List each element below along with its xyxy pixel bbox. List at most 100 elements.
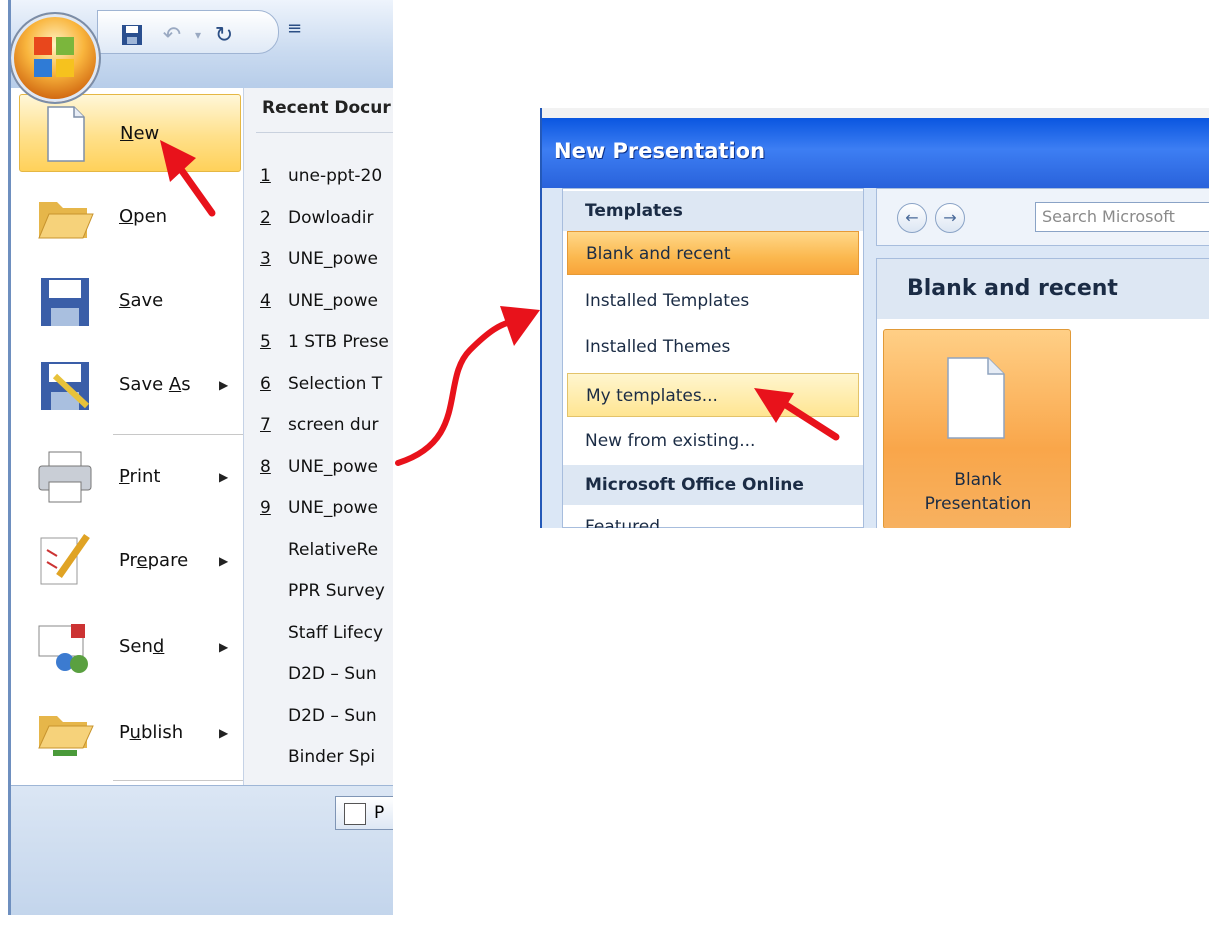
menu-label: Save As (119, 374, 191, 395)
recent-item-number: 3 (260, 249, 271, 269)
recent-document-item[interactable]: 4 UNE_powe (260, 291, 378, 311)
recent-header-divider (256, 132, 393, 133)
menu-label: New (120, 123, 160, 144)
recent-document-item[interactable]: 9 UNE_powe (260, 498, 378, 518)
recent-documents-panel: Recent Docur 1 une-ppt-20 2 Dowloadir 3 UNE_p… (244, 88, 393, 850)
template-categories-pane: Templates Blank and recent Installed Tem… (562, 188, 864, 528)
recent-document-item[interactable]: Staff Lifecy (260, 623, 383, 643)
recent-item-name: D2D – Sun (288, 664, 377, 684)
nav-installed-themes[interactable]: Installed Themes (567, 325, 859, 369)
forward-arrow-icon[interactable]: → (935, 203, 965, 233)
recent-item-name: Binder Spi (288, 747, 376, 767)
recent-item-number: 8 (260, 456, 271, 477)
menu-new[interactable]: New (19, 94, 241, 172)
recent-document-item[interactable]: RelativeRe (260, 540, 378, 560)
recent-item-number: 1 (260, 166, 271, 186)
recent-document-item[interactable]: 3 UNE_powe (260, 249, 378, 269)
dialog-title: New Presentation (542, 118, 1209, 188)
menu-publish[interactable]: Publish ▶ (19, 694, 241, 772)
recent-item-name: UNE_powe (288, 290, 378, 311)
undo-icon[interactable]: ↶ (159, 22, 185, 48)
send-icon (35, 618, 95, 676)
menu-label: Save (119, 290, 164, 311)
recent-document-item[interactable]: 2 Dowloadir (260, 208, 373, 228)
nav-new-from-existing[interactable]: New from existing... (567, 419, 859, 463)
prepare-pencil-icon (35, 532, 95, 590)
new-document-icon (36, 105, 96, 163)
menu-save-as[interactable]: Save As ▶ (19, 346, 241, 424)
options-button-label: P (374, 803, 385, 823)
search-input[interactable]: Search Microsoft (1035, 202, 1209, 232)
office-menu-footer: P (11, 785, 393, 915)
recent-item-number: 2 (260, 207, 271, 228)
new-presentation-dialog: New Presentation Templates Blank and rec… (540, 108, 1209, 528)
back-arrow-icon[interactable]: ← (897, 203, 927, 233)
recent-item-number: 4 (260, 290, 271, 311)
recent-item-number: 7 (260, 415, 271, 435)
recent-item-name: UNE_powe (288, 456, 378, 477)
recent-document-item[interactable]: Binder Spi (260, 747, 375, 767)
redo-icon[interactable]: ↻ (211, 22, 237, 48)
recent-item-name: UNE_powe (288, 498, 378, 518)
nav-featured[interactable]: Featured (567, 505, 859, 528)
template-main-pane: ← → Search Microsoft Blank and recent Bl… (876, 188, 1209, 528)
blank-presentation-label: Blank Presentation (924, 470, 1032, 514)
recent-documents-header: Recent Docur (262, 98, 391, 118)
open-folder-icon (35, 188, 95, 246)
recent-document-item[interactable]: 5 1 STB Prese (260, 332, 389, 352)
recent-document-item[interactable]: D2D – Sun (260, 706, 377, 726)
office-button[interactable] (11, 12, 101, 104)
recent-item-number: 9 (260, 498, 271, 518)
recent-item-number: 5 (260, 332, 271, 352)
submenu-arrow-icon: ▶ (219, 726, 229, 740)
menu-open[interactable]: Open (19, 178, 241, 256)
recent-item-name: RelativeRe (288, 539, 379, 560)
nav-my-templates[interactable]: My templates... (567, 373, 859, 417)
nav-installed-templates[interactable]: Installed Templates (567, 279, 859, 323)
publish-folder-icon (35, 704, 95, 762)
recent-document-item[interactable]: PPR Survey (260, 581, 385, 601)
save-icon[interactable] (119, 22, 145, 48)
office-menu-crop: ↶ ▾ ↻ ≡ New Open Save Save As ▶ Print ▶ Prepare… (8, 0, 393, 915)
menu-prepare[interactable]: Prepare ▶ (19, 522, 241, 600)
recent-document-item[interactable]: 8 UNE_powe (260, 457, 378, 477)
blank-document-icon (947, 357, 1005, 439)
menu-label: Open (119, 206, 168, 227)
recent-item-name: Dowloadir (288, 207, 374, 228)
recent-item-name: 1 STB Prese (288, 332, 389, 352)
menu-label: Publish (119, 722, 184, 743)
customize-toolbar-icon[interactable]: ≡ (287, 18, 302, 39)
submenu-arrow-icon: ▶ (219, 640, 229, 654)
template-content-area: Blank and recent Blank Presentation (876, 258, 1209, 528)
recent-item-name: UNE_powe (288, 249, 378, 269)
recent-document-item[interactable]: 1 une-ppt-20 (260, 166, 382, 186)
menu-save[interactable]: Save (19, 262, 241, 340)
connector-curve (395, 319, 513, 466)
options-button[interactable]: P (335, 796, 393, 830)
submenu-arrow-icon: ▶ (219, 378, 229, 392)
recent-document-item[interactable]: 7 screen dur (260, 415, 378, 435)
recent-item-name: Selection T (288, 373, 383, 394)
recent-item-name: une-ppt-20 (288, 166, 383, 186)
printer-icon (35, 448, 95, 506)
office-menu-commands: New Open Save Save As ▶ Print ▶ Prepare ▶ Send ▶ Pu… (11, 88, 244, 851)
recent-item-name: Staff Lifecy (288, 622, 384, 643)
recent-document-item[interactable]: D2D – Sun (260, 664, 377, 684)
dialog-navigation-bar: ← → Search Microsoft (876, 188, 1209, 246)
menu-divider (113, 434, 243, 435)
save-icon (35, 272, 95, 330)
menu-label: Send (119, 636, 165, 657)
blank-presentation-tile[interactable]: Blank Presentation (883, 329, 1071, 528)
save-as-icon (35, 356, 95, 414)
undo-dropdown-icon[interactable]: ▾ (185, 22, 211, 48)
office-online-header: Microsoft Office Online (563, 465, 863, 505)
menu-send[interactable]: Send ▶ (19, 608, 241, 686)
menu-label: Print (119, 466, 161, 487)
office-logo-icon (34, 37, 74, 77)
menu-divider (113, 780, 243, 781)
menu-print[interactable]: Print ▶ (19, 438, 241, 516)
nav-blank-and-recent[interactable]: Blank and recent (567, 231, 859, 275)
recent-item-name: screen dur (288, 415, 379, 435)
options-icon (344, 803, 366, 825)
recent-document-item[interactable]: 6 Selection T (260, 374, 382, 394)
